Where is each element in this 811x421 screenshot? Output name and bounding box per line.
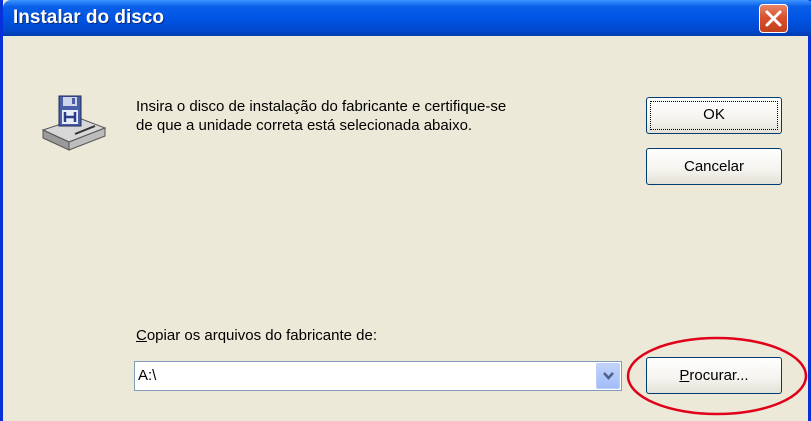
browse-label: rocurar... — [689, 367, 749, 384]
focus-rectangle — [650, 101, 778, 130]
copy-from-label-text: opiar os arquivos do fabricante de: — [146, 327, 377, 344]
copy-from-label: Copiar os arquivos do fabricante de: — [136, 327, 377, 344]
install-from-disk-dialog: Instalar do disco Insira o disco de inst… — [0, 0, 811, 421]
dropdown-button[interactable] — [596, 363, 620, 389]
chevron-down-icon — [603, 372, 614, 380]
title-bar[interactable]: Instalar do disco — [3, 0, 811, 36]
copy-from-mnemonic: C — [136, 327, 147, 344]
window-title: Instalar do disco — [13, 7, 164, 28]
close-x-icon — [765, 10, 782, 27]
instruction-text: Insira o disco de instalação do fabrican… — [136, 97, 616, 135]
cancel-label: Cancelar — [683, 158, 745, 175]
instruction-line-2: de que a unidade correta está selecionad… — [136, 117, 473, 134]
copy-from-combobox[interactable]: A:\ — [134, 361, 622, 391]
close-button[interactable] — [759, 4, 788, 33]
ok-button[interactable]: OK — [646, 97, 782, 134]
browse-mnemonic: P — [679, 367, 690, 384]
copy-from-path-value[interactable]: A:\ — [138, 367, 156, 384]
instruction-line-1: Insira o disco de instalação do fabrican… — [136, 98, 507, 115]
cancel-button[interactable]: Cancelar — [646, 148, 782, 185]
browse-button[interactable]: Procurar... — [646, 357, 782, 394]
floppy-disk-drive-icon — [41, 95, 107, 151]
